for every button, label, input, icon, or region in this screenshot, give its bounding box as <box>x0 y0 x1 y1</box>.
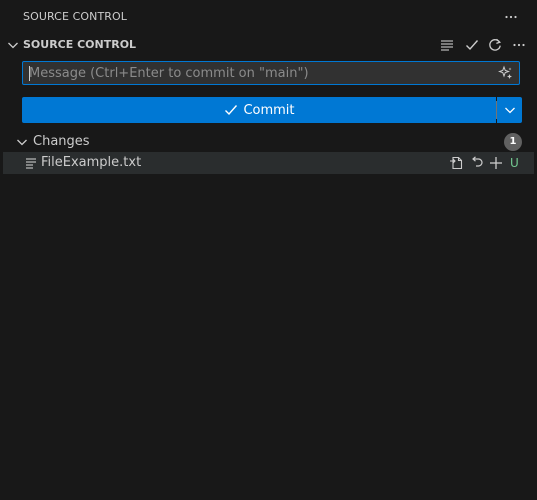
changes-count-badge: 1 <box>504 133 522 151</box>
commit-check-button[interactable] <box>462 35 482 55</box>
source-control-panel: SOURCE CONTROL SOURCE CONTROL Message (C… <box>0 0 537 500</box>
generate-commit-message-button[interactable] <box>497 64 515 82</box>
refresh-button[interactable] <box>485 35 505 55</box>
plus-icon <box>490 157 502 169</box>
sparkle-icon <box>498 65 512 79</box>
list-flat-icon <box>441 40 453 51</box>
text-file-icon <box>26 158 36 169</box>
go-to-file-icon <box>450 156 463 170</box>
section-header[interactable]: SOURCE CONTROL <box>0 34 537 56</box>
discard-changes-button[interactable] <box>468 154 486 172</box>
panel-title: SOURCE CONTROL <box>23 10 128 23</box>
chevron-down-icon <box>504 107 515 114</box>
ellipsis-icon <box>505 15 517 19</box>
panel-more-actions-button[interactable] <box>501 7 521 27</box>
ellipsis-icon <box>513 43 525 47</box>
check-icon <box>466 40 479 51</box>
changes-group-header[interactable]: Changes 1 <box>0 131 537 153</box>
section-more-actions-button[interactable] <box>509 35 529 55</box>
commit-button[interactable]: Commit <box>22 97 496 123</box>
check-icon <box>223 102 239 118</box>
section-title: SOURCE CONTROL <box>23 38 137 51</box>
commit-message-input[interactable] <box>29 62 489 84</box>
file-name: FileExample.txt <box>41 155 142 170</box>
changes-label: Changes <box>33 134 90 149</box>
refresh-icon <box>489 38 502 51</box>
chevron-down-icon <box>8 42 18 49</box>
text-caret <box>29 66 30 81</box>
view-as-tree-button[interactable] <box>437 35 457 55</box>
changed-file-row[interactable]: FileExample.txt U <box>3 152 534 174</box>
chevron-down-icon <box>17 139 27 146</box>
commit-message-box <box>22 61 520 85</box>
stage-changes-button[interactable] <box>487 154 505 172</box>
panel-header: SOURCE CONTROL <box>0 0 537 34</box>
file-status-untracked: U <box>510 156 519 170</box>
discard-icon <box>472 156 483 167</box>
commit-button-label: Commit <box>243 102 295 118</box>
open-file-button[interactable] <box>447 154 465 172</box>
commit-options-dropdown-button[interactable] <box>497 97 522 123</box>
